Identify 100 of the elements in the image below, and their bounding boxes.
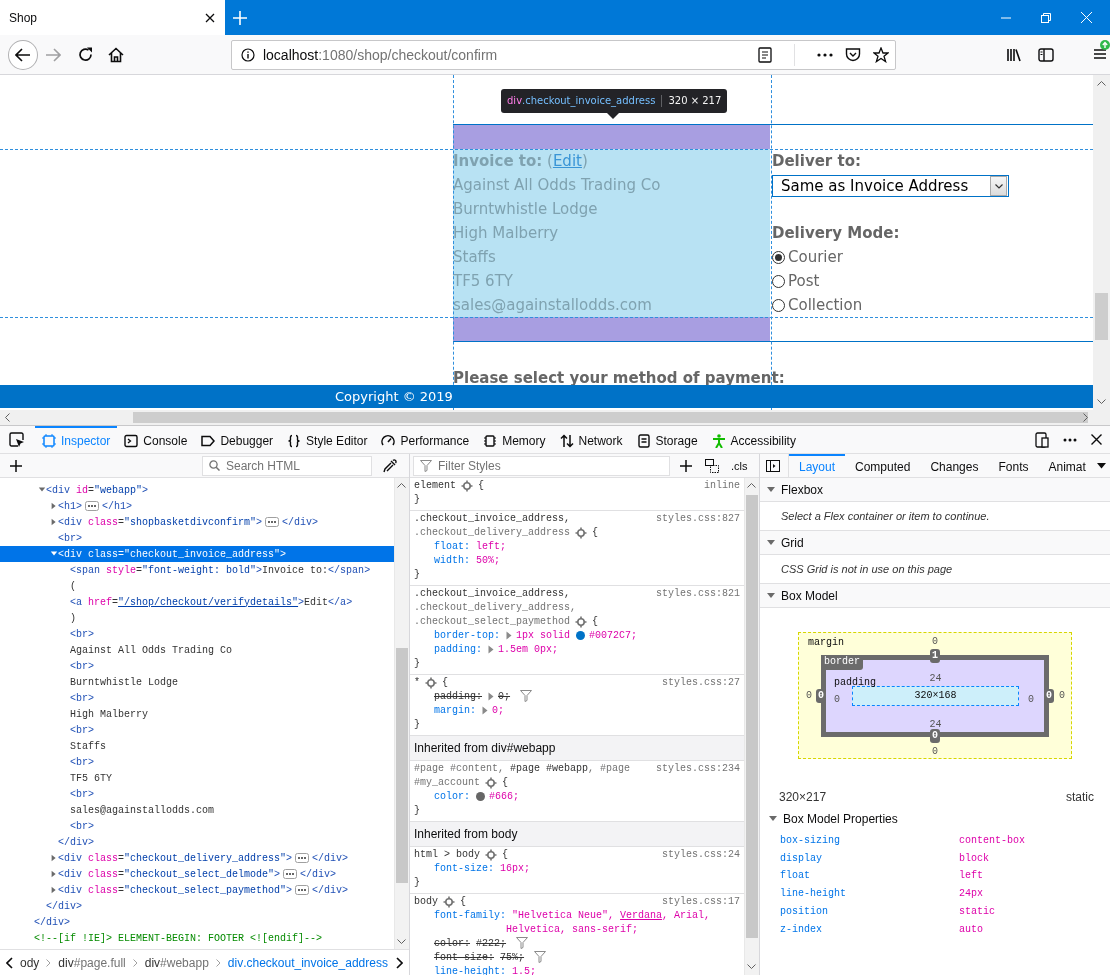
devtools-tab[interactable]: Storage bbox=[629, 426, 705, 453]
scroll-down-icon[interactable] bbox=[1097, 399, 1106, 404]
scroll-up-icon[interactable] bbox=[1097, 81, 1106, 86]
markup-line[interactable]: Staffs bbox=[0, 738, 394, 754]
radio-label[interactable]: Collection bbox=[788, 293, 863, 317]
markup-line[interactable]: Burntwhistle Lodge bbox=[0, 674, 394, 690]
color-swatch[interactable] bbox=[476, 791, 486, 801]
ellipsis-badge-icon[interactable] bbox=[295, 885, 310, 895]
property-value[interactable]: auto bbox=[959, 920, 1110, 939]
print-styles-icon[interactable] bbox=[705, 458, 719, 473]
markup-line[interactable]: TF5 6TY bbox=[0, 770, 394, 786]
markup-line[interactable]: High Malberry bbox=[0, 706, 394, 722]
restore-icon[interactable] bbox=[1041, 12, 1051, 23]
back-button[interactable] bbox=[8, 39, 38, 70]
markup-line[interactable]: Against All Odds Trading Co bbox=[0, 642, 394, 658]
scroll-down-icon[interactable] bbox=[747, 964, 756, 969]
sidebar-tab[interactable]: Computed bbox=[845, 454, 921, 477]
declaration[interactable]: color: #666; bbox=[414, 790, 740, 804]
markup-line[interactable]: <br> bbox=[0, 690, 394, 706]
radio-button[interactable] bbox=[772, 274, 785, 288]
gear-icon[interactable] bbox=[575, 616, 588, 628]
declaration[interactable]: margin: 0; bbox=[414, 704, 740, 718]
box-value[interactable]: 0 bbox=[932, 746, 938, 758]
library-icon[interactable] bbox=[1006, 46, 1022, 63]
declaration[interactable]: float: left; bbox=[414, 540, 740, 554]
declaration[interactable]: padding: 0; bbox=[414, 690, 740, 704]
star-icon[interactable] bbox=[873, 46, 889, 63]
box-value[interactable]: 0 bbox=[834, 694, 840, 706]
scroll-down-icon[interactable] bbox=[397, 939, 406, 944]
breadcrumb[interactable]: ody bbox=[20, 955, 40, 970]
sidebar-tab[interactable]: Animat bbox=[1038, 454, 1096, 477]
declaration[interactable]: padding: 1.5em 0px; bbox=[414, 643, 740, 657]
markup-line[interactable]: <a href="/shop/checkout/verifydetails">Edit</a> bbox=[0, 594, 394, 610]
source-link[interactable]: styles.css:234 bbox=[656, 762, 740, 790]
devtools-tab[interactable]: Style Editor bbox=[280, 426, 375, 453]
devtools-tab[interactable]: Console bbox=[117, 426, 195, 453]
search-field[interactable]: Search HTML bbox=[202, 455, 372, 476]
ellipsis-badge-icon[interactable] bbox=[283, 869, 298, 879]
markup-line[interactable]: <div id="webapp"> bbox=[0, 482, 394, 498]
gear-icon[interactable] bbox=[485, 777, 497, 789]
property-value[interactable]: 24px bbox=[959, 885, 1110, 903]
box-value[interactable]: 0 bbox=[806, 689, 812, 702]
box-value[interactable]: 24 bbox=[929, 673, 942, 685]
filter-field[interactable]: Filter Styles bbox=[413, 455, 670, 476]
box-value[interactable]: 24 bbox=[929, 719, 942, 731]
devtools-tab[interactable]: Memory bbox=[476, 426, 553, 453]
element-picker-icon[interactable] bbox=[9, 431, 25, 448]
close-icon[interactable] bbox=[1091, 434, 1102, 445]
property-value[interactable]: block bbox=[959, 849, 1110, 868]
scroll-up-icon[interactable] bbox=[397, 483, 406, 488]
markup-line[interactable]: <br> bbox=[0, 786, 394, 802]
property-value[interactable]: static bbox=[959, 902, 1110, 921]
breadcrumb[interactable]: div#page.full bbox=[58, 955, 126, 970]
box-value[interactable]: 0 bbox=[930, 729, 940, 743]
gear-icon[interactable] bbox=[461, 480, 473, 492]
sidebar-toggle-icon[interactable] bbox=[766, 459, 780, 472]
box-value[interactable]: 0 bbox=[932, 636, 938, 648]
declaration[interactable]: border-top: 1px solid #0072C7; bbox=[414, 629, 740, 643]
home-icon[interactable] bbox=[107, 46, 124, 63]
declaration[interactable]: font-family: "Helvetica Neue", Verdana, Arial, Helvetica, sans-serif; bbox=[414, 909, 740, 937]
box-value[interactable]: 0 bbox=[816, 689, 826, 703]
markup-line[interactable]: <br> bbox=[0, 658, 394, 674]
markup-line[interactable]: <div class="checkout_select_delmode"> </div> bbox=[0, 866, 394, 882]
breadcrumb[interactable]: div.checkout_invoice_address bbox=[227, 955, 388, 970]
collapse-arrow-icon[interactable] bbox=[38, 486, 46, 494]
radio-button[interactable] bbox=[772, 250, 785, 264]
add-rule-icon[interactable] bbox=[680, 459, 692, 472]
ellipsis-badge-icon[interactable] bbox=[85, 501, 100, 511]
section-header[interactable]: Grid bbox=[760, 531, 1110, 555]
source-link[interactable]: inline bbox=[704, 479, 740, 493]
expand-arrow-icon[interactable] bbox=[506, 630, 513, 640]
devtools-tab[interactable]: Performance bbox=[374, 426, 477, 453]
more-icon[interactable] bbox=[817, 52, 833, 57]
markup-line[interactable]: <!--[if !IE]> ELEMENT-BEGIN: FOOTER <![endif]--> bbox=[0, 930, 394, 946]
add-node-icon[interactable] bbox=[10, 459, 22, 472]
markup-line[interactable]: <span style="font-weight: bold">Invoice to:</span> bbox=[0, 562, 394, 578]
markup-line[interactable]: <br> bbox=[0, 818, 394, 834]
gear-icon[interactable] bbox=[443, 896, 455, 908]
filter-icon[interactable] bbox=[516, 937, 529, 950]
scroll-left-icon[interactable] bbox=[6, 956, 13, 969]
breadcrumb[interactable]: div#webapp bbox=[144, 955, 209, 970]
declaration[interactable]: width: 50%; bbox=[414, 554, 740, 568]
markup-line[interactable]: <br> bbox=[0, 530, 394, 546]
markup-line[interactable]: </div> bbox=[0, 914, 394, 930]
ellipsis-badge-icon[interactable] bbox=[295, 853, 310, 863]
browser-tab[interactable]: Shop bbox=[0, 0, 225, 35]
section-header[interactable]: Box Model Properties bbox=[760, 804, 1110, 826]
markup-line[interactable]: <div class="checkout_select_paymethod"> </div> bbox=[0, 882, 394, 898]
eyedropper-icon[interactable] bbox=[383, 458, 397, 473]
menu-icon[interactable] bbox=[1092, 39, 1110, 62]
source-link[interactable]: styles.css:17 bbox=[662, 895, 740, 909]
devtools-tab[interactable]: Debugger bbox=[194, 426, 281, 453]
scroll-right-icon[interactable] bbox=[396, 956, 403, 969]
markup-line[interactable]: <br> bbox=[0, 722, 394, 738]
pocket-icon[interactable] bbox=[845, 47, 861, 62]
more-icon[interactable] bbox=[1063, 437, 1077, 442]
markup-line[interactable]: <br> bbox=[0, 626, 394, 642]
source-link[interactable]: styles.css:827 bbox=[656, 512, 740, 540]
dropdown-arrow-icon[interactable] bbox=[1097, 462, 1106, 469]
gear-icon[interactable] bbox=[425, 677, 437, 689]
